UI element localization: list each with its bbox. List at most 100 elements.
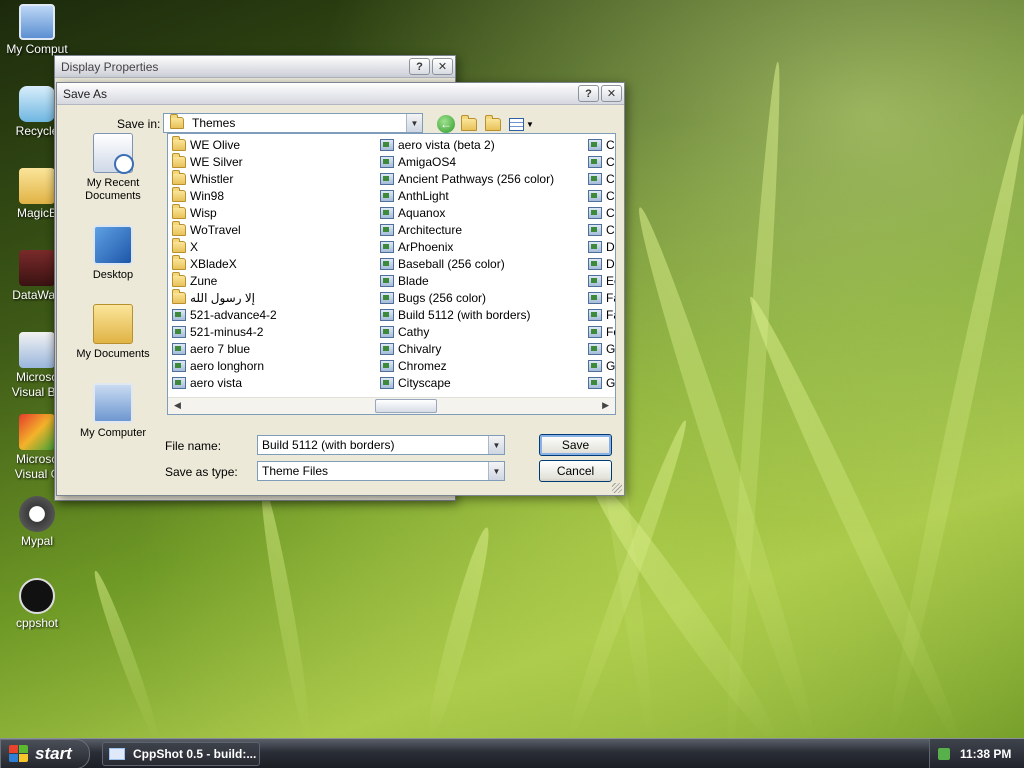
theme-file-icon [380, 172, 394, 185]
file-list-item[interactable]: Cc [586, 204, 615, 221]
file-name: Fo [606, 324, 615, 339]
save-in-combo[interactable]: Themes ▼ [163, 113, 423, 133]
file-list-item[interactable]: Cathy [378, 323, 583, 340]
file-list-item[interactable]: Blade [378, 272, 583, 289]
file-list-item[interactable]: Fa [586, 306, 615, 323]
file-list-item[interactable]: WE Silver [170, 152, 370, 170]
theme-file-icon [588, 155, 602, 168]
file-list-item[interactable]: 521-advance4-2 [170, 306, 370, 323]
file-list-item[interactable]: Da [586, 238, 615, 255]
file-list-item[interactable]: Ec [586, 272, 615, 289]
help-button[interactable]: ? [578, 85, 599, 102]
clock[interactable]: 11:38 PM [960, 747, 1011, 761]
file-name: Ga [606, 341, 616, 356]
help-button[interactable]: ? [409, 58, 430, 75]
file-list-item[interactable]: Cc [586, 136, 615, 153]
place-my-recent-documents[interactable]: My Recent Documents [67, 133, 159, 203]
network-tray-icon[interactable] [938, 748, 950, 760]
chevron-down-icon[interactable]: ▼ [406, 114, 422, 132]
chevron-down-icon[interactable]: ▼ [488, 462, 504, 480]
theme-file-icon [172, 342, 186, 355]
place-my-computer[interactable]: My Computer [67, 383, 159, 440]
file-list-item[interactable]: aero longhorn [170, 357, 370, 374]
views-menu-button[interactable]: ▼ [509, 116, 535, 132]
file-list-item[interactable]: 521-minus4-2 [170, 323, 370, 340]
resize-grip[interactable] [612, 483, 622, 493]
scroll-right-icon[interactable]: ▶ [602, 400, 609, 411]
file-list-item[interactable]: aero 7 blue [170, 340, 370, 357]
desktop-icon-label: My Comput [6, 42, 68, 56]
save-as-dialog[interactable]: Save As ? ✕ Save in: Themes ▼ ← ▼ My Rec… [56, 82, 625, 496]
file-list-item[interactable]: AnthLight [378, 187, 583, 204]
file-list-item[interactable]: Chivalry [378, 340, 583, 357]
file-list-item[interactable]: WE Olive [170, 135, 370, 153]
desktop-icon-mypal[interactable]: Mypal [2, 496, 72, 548]
file-list-item[interactable]: Win98 [170, 186, 370, 204]
chevron-down-icon[interactable]: ▼ [488, 436, 504, 454]
theme-file-icon [380, 206, 394, 219]
file-list-item[interactable]: Cc [586, 221, 615, 238]
save-as-type-select[interactable]: Theme Files ▼ [257, 461, 505, 481]
file-list-item[interactable]: Ancient Pathways (256 color) [378, 170, 583, 187]
file-list-item[interactable]: Cc [586, 187, 615, 204]
scrollbar-thumb[interactable] [375, 399, 437, 413]
file-list-item[interactable]: Bugs (256 color) [378, 289, 583, 306]
folder-icon [19, 168, 55, 204]
file-name-input[interactable]: Build 5112 (with borders) ▼ [257, 435, 505, 455]
file-list-item[interactable]: WoTravel [170, 220, 370, 238]
theme-file-icon [588, 172, 602, 185]
task-label: CppShot 0.5 - build:... [133, 747, 257, 761]
close-button[interactable]: ✕ [601, 85, 622, 102]
new-folder-button[interactable] [485, 115, 503, 132]
file-name: إلا رسول الله [190, 290, 256, 305]
file-list-item[interactable]: Chromez [378, 357, 583, 374]
file-list-item[interactable]: aero vista (beta 2) [378, 136, 583, 153]
file-list-item[interactable]: Whistler [170, 169, 370, 187]
file-list-item[interactable]: Fa [586, 289, 615, 306]
file-list-item[interactable]: Aquanox [378, 204, 583, 221]
place-desktop[interactable]: Desktop [67, 225, 159, 282]
horizontal-scrollbar[interactable]: ◀ ▶ [168, 397, 615, 414]
scroll-left-icon[interactable]: ◀ [174, 400, 181, 411]
file-list-item[interactable]: Cityscape [378, 374, 583, 391]
cancel-button[interactable]: Cancel [539, 460, 612, 482]
theme-file-icon [588, 189, 602, 202]
file-list-item[interactable]: Cc [586, 153, 615, 170]
file-list[interactable]: WE Olive WE Silver Whistler Win98 Wisp WoTrav… [167, 133, 616, 415]
file-list-item[interactable]: Dc [586, 255, 615, 272]
save-as-titlebar[interactable]: Save As ? ✕ [57, 83, 624, 105]
file-list-item[interactable]: X [170, 237, 370, 255]
save-button[interactable]: Save [539, 434, 612, 456]
file-list-item[interactable]: XBladeX [170, 254, 370, 272]
desktop-icon-my-computer[interactable]: My Comput [2, 4, 72, 56]
file-list-item[interactable]: Ge [586, 357, 615, 374]
file-list-item[interactable]: Fo [586, 323, 615, 340]
place-my-documents[interactable]: My Documents [67, 304, 159, 361]
file-list-item[interactable]: Build 5112 (with borders) [378, 306, 583, 323]
display-properties-titlebar[interactable]: Display Properties ? ✕ [55, 56, 455, 78]
file-name: Baseball (256 color) [398, 256, 505, 271]
file-list-item[interactable]: AmigaOS4 [378, 153, 583, 170]
window-title: Display Properties [61, 59, 159, 74]
file-list-item[interactable]: Baseball (256 color) [378, 255, 583, 272]
up-folder-button[interactable] [461, 115, 479, 132]
file-name: Whistler [190, 171, 234, 186]
file-name: Fa [606, 307, 615, 322]
file-name: aero vista [190, 375, 243, 390]
desktop-icon-cppshot[interactable]: cppshot [2, 578, 72, 630]
start-button[interactable]: start [0, 739, 90, 768]
file-list-item[interactable]: إلا رسول الله [170, 288, 370, 306]
file-list-item[interactable]: Zune [170, 271, 370, 289]
folder-icon [172, 169, 186, 185]
file-list-item[interactable]: Ge [586, 374, 616, 391]
file-name: Ge [606, 375, 616, 390]
close-button[interactable]: ✕ [432, 58, 453, 75]
file-list-item[interactable]: ArPhoenix [378, 238, 583, 255]
taskbar-button-cppshot[interactable]: CppShot 0.5 - build:... [102, 742, 260, 766]
back-button[interactable]: ← [437, 115, 455, 133]
file-list-item[interactable]: Wisp [170, 203, 370, 221]
file-list-item[interactable]: Ga [586, 340, 616, 357]
file-list-item[interactable]: Architecture [378, 221, 583, 238]
file-list-item[interactable]: aero vista [170, 374, 370, 391]
file-list-item[interactable]: Cc [586, 170, 615, 187]
